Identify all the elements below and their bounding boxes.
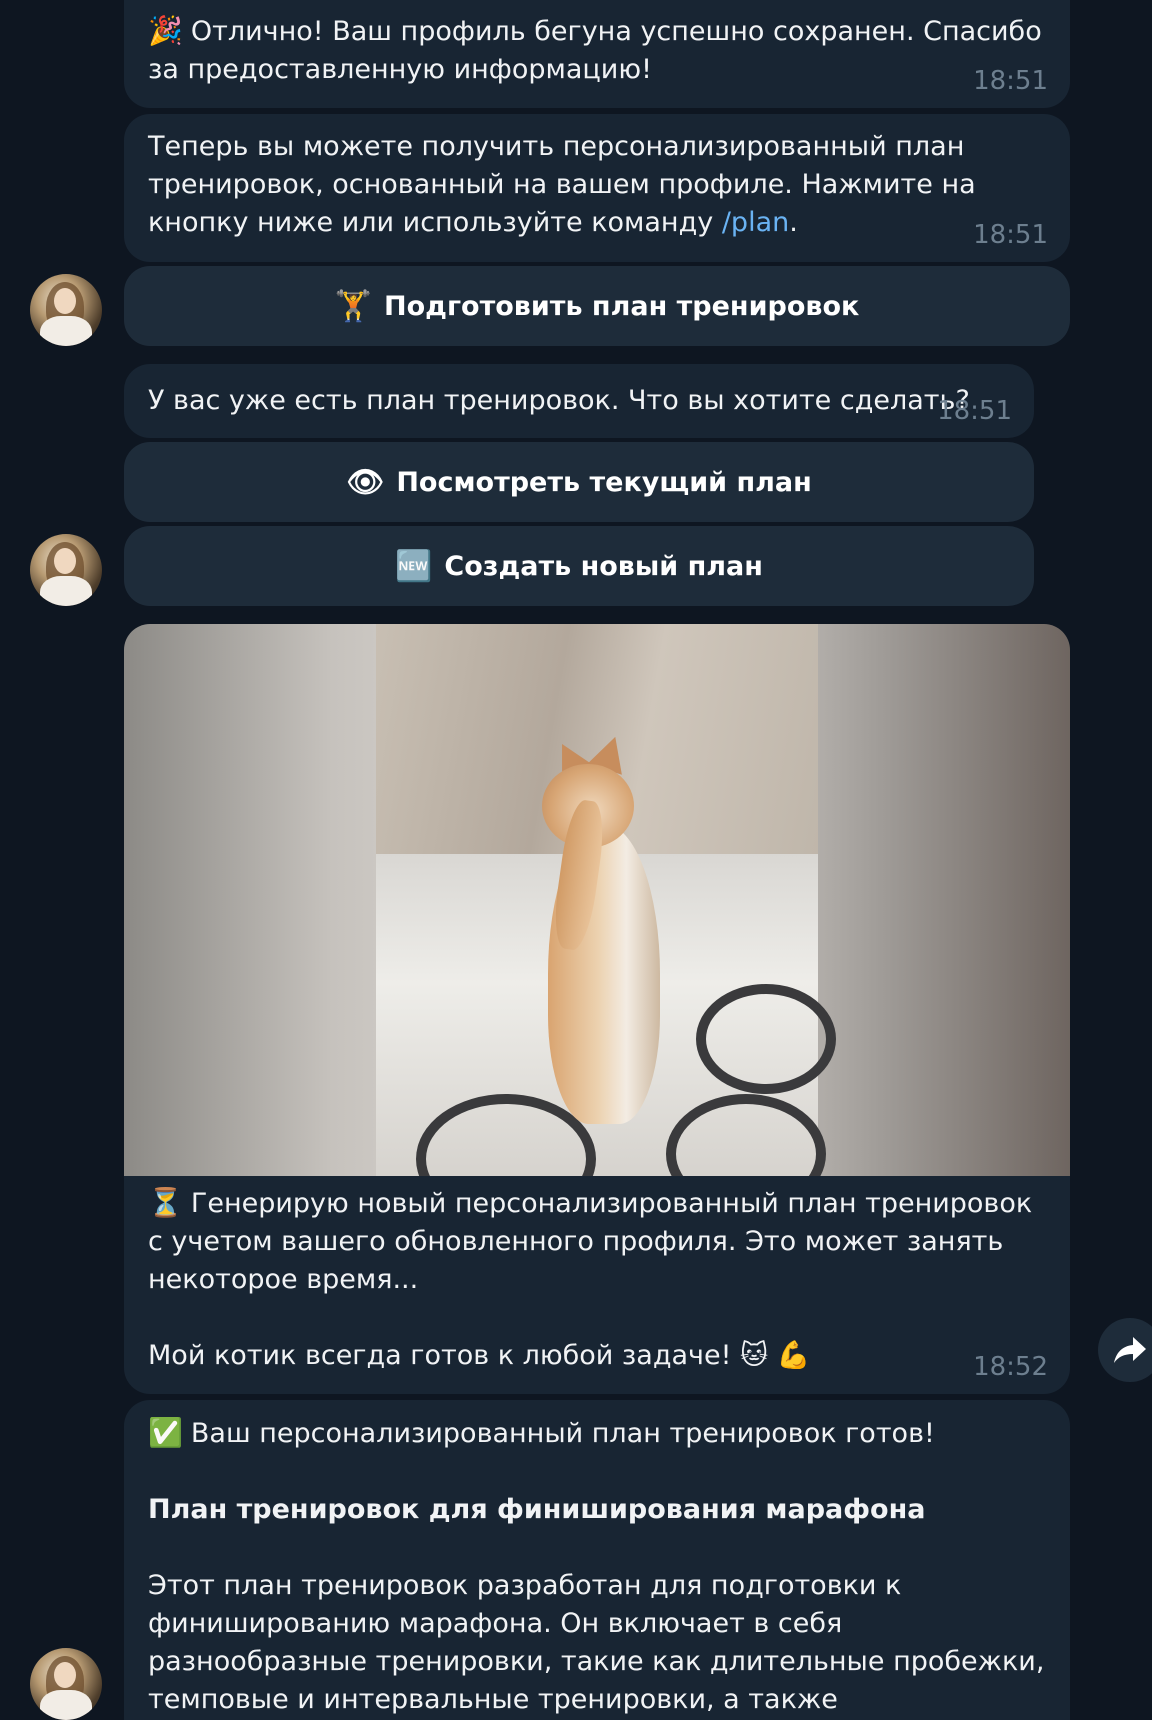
button-label: Подготовить план тренировок xyxy=(384,290,860,322)
kitten-photo xyxy=(376,624,836,1176)
message-time: 18:51 xyxy=(973,66,1048,96)
create-new-plan-button[interactable]: 🆕 Создать новый план xyxy=(124,526,1034,606)
kitten-video[interactable] xyxy=(124,624,1070,1176)
message-text: ✅ Ваш персонализированный план тренировок… xyxy=(148,1414,1046,1453)
eye-icon: 👁 xyxy=(346,464,385,500)
message-text: У вас уже есть план тренировок. Что вы х… xyxy=(148,385,970,416)
prepare-plan-button[interactable]: 🏋 Подготовить план тренировок xyxy=(124,266,1070,346)
message-existing-plan: У вас уже есть план тренировок. Что вы х… xyxy=(124,364,1034,438)
message-time: 18:52 xyxy=(973,1352,1048,1382)
avatar[interactable] xyxy=(30,1648,102,1720)
message-text: 🎉 Отлично! Ваш профиль бегуна успешно сох… xyxy=(148,14,1051,85)
forward-icon xyxy=(1114,1337,1146,1363)
plan-command-link[interactable]: /plan xyxy=(722,207,789,238)
message-plan-ready: ✅ Ваш персонализированный план тренировок… xyxy=(124,1400,1070,1720)
plan-description: Этот план тренировок разработан для подг… xyxy=(148,1570,1045,1715)
avatar[interactable] xyxy=(30,534,102,606)
message-text: Теперь вы можете получить персонализиров… xyxy=(148,131,985,238)
button-label: Создать новый план xyxy=(444,550,763,582)
message-profile-saved: 🎉 Отлично! Ваш профиль бегуна успешно сох… xyxy=(124,0,1070,108)
message-text: ⏳ Генерирую новый персонализированный пла… xyxy=(148,1186,1033,1295)
avatar[interactable] xyxy=(30,274,102,346)
new-badge-icon: 🆕 xyxy=(395,548,433,584)
message-generating-plan: ⏳ Генерирую новый персонализированный пла… xyxy=(124,1176,1070,1394)
message-time: 18:51 xyxy=(937,396,1012,426)
weightlifter-icon: 🏋 xyxy=(334,288,372,324)
party-popper-icon: 🎉 xyxy=(148,14,183,47)
hourglass-icon: ⏳ xyxy=(148,1186,183,1219)
chat-history: 🎉 Отлично! Ваш профиль бегуна успешно сох… xyxy=(0,0,1152,1720)
check-mark-icon: ✅ xyxy=(148,1416,183,1449)
button-label: Посмотреть текущий план xyxy=(396,466,812,498)
view-current-plan-button[interactable]: 👁 Посмотреть текущий план xyxy=(124,442,1034,522)
message-get-plan: Теперь вы можете получить персонализиров… xyxy=(124,114,1070,262)
message-text-cat: Мой котик всегда готов к любой задаче! 🐱… xyxy=(148,1340,811,1371)
plan-title: План тренировок для финиширования марафо… xyxy=(148,1494,926,1525)
forward-button[interactable] xyxy=(1098,1318,1152,1382)
message-time: 18:51 xyxy=(973,220,1048,250)
